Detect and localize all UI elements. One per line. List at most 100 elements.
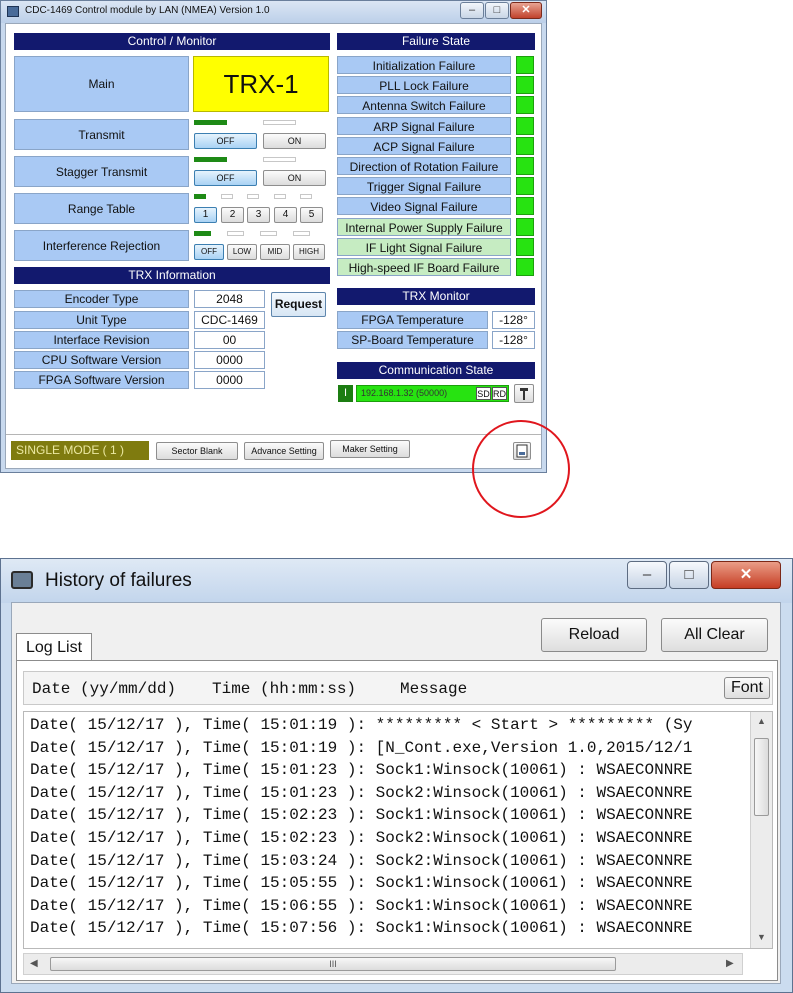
log-row[interactable]: Date( 15/12/17 ), Time( 15:06:55 ): Sock… — [30, 895, 693, 917]
maker-setting-button[interactable]: Maker Setting — [330, 440, 410, 458]
rd-indicator: RD — [492, 387, 507, 400]
failure-label: PLL Lock Failure — [337, 76, 511, 94]
failure-status-indicator — [516, 218, 534, 236]
log-row[interactable]: Date( 15/12/17 ), Time( 15:01:23 ): Sock… — [30, 782, 693, 804]
failure-label: Internal Power Supply Failure — [337, 218, 511, 236]
stagger-transmit-label: Stagger Transmit — [14, 156, 189, 187]
history-title-bar[interactable]: History of failures – □ ✕ — [1, 559, 792, 603]
info-value-fpga-software: 0000 — [194, 371, 265, 389]
sd-indicator: SD — [476, 387, 491, 400]
failure-label: ACP Signal Failure — [337, 137, 511, 155]
stagger-on-button[interactable]: ON — [263, 170, 326, 186]
scroll-right-arrow-icon[interactable]: ▶ — [726, 958, 734, 969]
all-clear-button[interactable]: All Clear — [661, 618, 768, 652]
info-label-encoder-type: Encoder Type — [14, 290, 189, 308]
sector-blank-button[interactable]: Sector Blank — [156, 442, 238, 460]
range-indicator — [194, 194, 206, 199]
vertical-scroll-thumb[interactable] — [754, 738, 769, 816]
close-button[interactable]: ✕ — [510, 2, 542, 19]
failure-label: High-speed IF Board Failure — [337, 258, 511, 276]
failure-status-indicator — [516, 177, 534, 195]
transmit-on-button[interactable]: ON — [263, 133, 326, 149]
range-button-3[interactable]: 3 — [247, 207, 270, 223]
fpga-temperature-value: -128° — [492, 311, 535, 329]
info-value-unit-type: CDC-1469 — [194, 311, 265, 329]
info-label-cpu-software: CPU Software Version — [14, 351, 189, 369]
maximize-button[interactable]: □ — [485, 2, 509, 19]
interference-mid-button[interactable]: MID — [260, 244, 290, 260]
failure-label: IF Light Signal Failure — [337, 238, 511, 256]
stagger-off-button[interactable]: OFF — [194, 170, 257, 186]
minimize-button[interactable]: – — [460, 2, 484, 19]
range-table-label: Range Table — [14, 193, 189, 224]
info-value-encoder-type: 2048 — [194, 290, 265, 308]
range-button-2[interactable]: 2 — [221, 207, 244, 223]
range-button-4[interactable]: 4 — [274, 207, 297, 223]
sp-board-temperature-label: SP-Board Temperature — [337, 331, 488, 349]
failure-label: ARP Signal Failure — [337, 117, 511, 135]
maximize-button[interactable]: □ — [669, 561, 709, 589]
log-row[interactable]: Date( 15/12/17 ), Time( 15:02:23 ): Sock… — [30, 804, 693, 826]
scroll-down-arrow-icon[interactable]: ▼ — [757, 932, 766, 942]
log-row[interactable]: Date( 15/12/17 ), Time( 15:01:19 ): [N_C… — [30, 737, 693, 759]
log-row[interactable]: Date( 15/12/17 ), Time( 15:02:23 ): Sock… — [30, 827, 693, 849]
horizontal-scrollbar[interactable]: ◀ III ▶ — [23, 953, 743, 975]
failure-label: Initialization Failure — [337, 56, 511, 74]
failure-state-header: Failure State — [337, 33, 535, 50]
close-button[interactable]: ✕ — [711, 561, 781, 589]
control-monitor-header: Control / Monitor — [14, 33, 330, 50]
range-button-1[interactable]: 1 — [194, 207, 217, 223]
info-label-interface-revision: Interface Revision — [14, 331, 189, 349]
info-value-interface-revision: 00 — [194, 331, 265, 349]
log-row[interactable]: Date( 15/12/17 ), Time( 15:01:23 ): Sock… — [30, 759, 693, 781]
transmit-label: Transmit — [14, 119, 189, 150]
log-row[interactable]: Date( 15/12/17 ), Time( 15:01:19 ): ****… — [30, 714, 693, 736]
log-list[interactable]: Date( 15/12/17 ), Time( 15:01:19 ): ****… — [23, 711, 773, 949]
scroll-up-arrow-icon[interactable]: ▲ — [757, 716, 766, 726]
horizontal-scroll-thumb[interactable]: III — [50, 957, 616, 971]
advance-setting-button[interactable]: Advance Setting — [244, 442, 324, 460]
log-row[interactable]: Date( 15/12/17 ), Time( 15:03:24 ): Sock… — [30, 850, 693, 872]
window-title: CDC-1469 Control module by LAN (NMEA) Ve… — [25, 5, 270, 16]
font-button[interactable]: Font — [724, 677, 770, 699]
sp-board-temperature-value: -128° — [492, 331, 535, 349]
reload-button[interactable]: Reload — [541, 618, 647, 652]
history-window-title: History of failures — [45, 570, 192, 591]
log-row[interactable]: Date( 15/12/17 ), Time( 15:07:56 ): Sock… — [30, 917, 693, 939]
failure-status-indicator — [516, 258, 534, 276]
tab-log-list[interactable]: Log List — [16, 633, 92, 661]
column-header-time: Time (hh:mm:ss) — [212, 680, 357, 698]
info-label-fpga-software: FPGA Software Version — [14, 371, 189, 389]
range-indicator — [247, 194, 259, 199]
failure-status-indicator — [516, 56, 534, 74]
failure-label: Direction of Rotation Failure — [337, 157, 511, 175]
failure-status-indicator — [516, 238, 534, 256]
interference-rejection-label: Interference Rejection — [14, 230, 189, 261]
minimize-button[interactable]: – — [627, 561, 667, 589]
column-header-message: Message — [400, 680, 468, 698]
annotation-circle — [472, 420, 570, 518]
column-header-date: Date (yy/mm/dd) — [32, 680, 177, 698]
settings-tool-button[interactable] — [514, 384, 534, 403]
interference-indicator — [227, 231, 244, 236]
title-bar[interactable]: CDC-1469 Control module by LAN (NMEA) Ve… — [1, 1, 546, 23]
interference-high-button[interactable]: HIGH — [293, 244, 325, 260]
scroll-left-arrow-icon[interactable]: ◀ — [30, 958, 38, 969]
request-button[interactable]: Request — [271, 292, 326, 317]
main-label: Main — [14, 56, 189, 112]
interference-low-button[interactable]: LOW — [227, 244, 257, 260]
app-icon — [11, 571, 33, 589]
interference-indicator — [260, 231, 277, 236]
trx-information-header: TRX Information — [14, 267, 330, 284]
connection-address: 192.168.1.32 (50000) — [361, 388, 448, 398]
history-client-area: Reload All Clear Log List Date (yy/mm/dd… — [11, 602, 781, 984]
interference-indicator — [194, 231, 211, 236]
vertical-scrollbar[interactable]: ▲ ▼ — [750, 712, 772, 948]
failure-label: Antenna Switch Failure — [337, 96, 511, 114]
interference-off-button[interactable]: OFF — [194, 244, 224, 260]
range-button-5[interactable]: 5 — [300, 207, 323, 223]
app-icon — [7, 6, 19, 17]
log-row[interactable]: Date( 15/12/17 ), Time( 15:05:55 ): Sock… — [30, 872, 693, 894]
range-indicator — [300, 194, 312, 199]
transmit-off-button[interactable]: OFF — [194, 133, 257, 149]
